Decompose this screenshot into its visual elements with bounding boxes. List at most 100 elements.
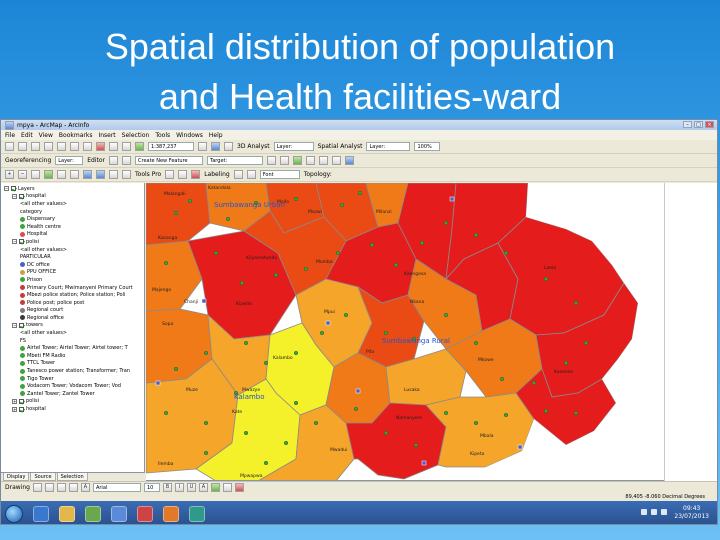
health-facility-point[interactable]: [163, 410, 169, 416]
health-facility-point[interactable]: [413, 442, 419, 448]
select-elements-icon[interactable]: [109, 170, 118, 179]
toc-row[interactable]: <all other values>: [4, 200, 142, 208]
rectangle-icon[interactable]: [68, 483, 78, 492]
editor-toolbar-icon[interactable]: [198, 142, 207, 151]
scale-field[interactable]: 1:387,237: [148, 142, 194, 151]
toc-row[interactable]: Tigo Tower: [4, 375, 142, 383]
health-facility-point[interactable]: [303, 266, 309, 272]
flag-icon[interactable]: [661, 509, 667, 515]
labeling-font-dropdown[interactable]: Font: [259, 170, 300, 179]
health-facility-point[interactable]: [203, 450, 209, 456]
health-facility-point[interactable]: [357, 190, 363, 196]
toc-row[interactable]: − towers: [4, 322, 142, 330]
sketch-tool-icon[interactable]: [122, 156, 132, 165]
health-facility-point[interactable]: [419, 240, 425, 246]
layer-visibility-checkbox[interactable]: [19, 193, 24, 199]
health-facility-point[interactable]: [473, 340, 479, 346]
collapse-icon[interactable]: −: [12, 193, 17, 199]
ie-icon[interactable]: [33, 505, 49, 522]
health-facility-point[interactable]: [187, 198, 193, 204]
toc-row[interactable]: − hospital: [4, 193, 142, 201]
drawing-menu[interactable]: Drawing: [5, 484, 30, 491]
toc-row[interactable]: Prison: [4, 276, 142, 284]
toc-row[interactable]: Hospital: [4, 231, 142, 239]
health-facility-point[interactable]: [313, 420, 319, 426]
info-icon[interactable]: [122, 170, 131, 179]
pdf-icon[interactable]: [137, 505, 153, 522]
underline-icon[interactable]: U: [186, 483, 196, 492]
open-folder-icon[interactable]: [18, 142, 27, 151]
health-facility-point[interactable]: [543, 408, 549, 414]
attributes-icon[interactable]: [267, 156, 277, 165]
italic-icon[interactable]: I: [174, 483, 184, 492]
three-d-analyst-label[interactable]: 3D Analyst: [237, 143, 270, 150]
health-facility-point[interactable]: [531, 380, 537, 386]
spatial-analyst-label[interactable]: Spatial Analyst: [318, 143, 363, 150]
health-facility-point[interactable]: [443, 410, 449, 416]
menu-file[interactable]: File: [5, 132, 15, 139]
layer-visibility-checkbox[interactable]: [19, 406, 24, 412]
undo-icon[interactable]: [109, 142, 118, 151]
georef-layer-dropdown[interactable]: Layer:: [55, 156, 84, 165]
toc-row[interactable]: − polisi: [4, 238, 142, 246]
health-facility-point[interactable]: [573, 410, 579, 416]
health-facility-point[interactable]: [499, 376, 505, 382]
toc-row[interactable]: Airtel Tower; Airtel Tower; Airtel tower…: [4, 344, 142, 352]
office-point[interactable]: [325, 320, 331, 326]
health-facility-point[interactable]: [293, 196, 299, 202]
save-icon[interactable]: [31, 142, 40, 151]
health-facility-point[interactable]: [573, 300, 579, 306]
health-facility-point[interactable]: [225, 216, 231, 222]
tab-display[interactable]: Display: [3, 473, 30, 481]
health-facility-point[interactable]: [319, 330, 325, 336]
menu-bookmarks[interactable]: Bookmarks: [59, 132, 93, 139]
bold-icon[interactable]: B: [162, 483, 172, 492]
topology-label[interactable]: Topology:: [304, 171, 332, 178]
office-point[interactable]: [355, 388, 361, 394]
three-d-layer-dropdown[interactable]: Layer:: [273, 142, 314, 151]
collapse-icon[interactable]: −: [12, 239, 17, 245]
office-point[interactable]: [421, 460, 427, 466]
media-player-icon[interactable]: [85, 505, 101, 522]
layer-visibility-checkbox[interactable]: [19, 322, 24, 328]
delete-icon[interactable]: [96, 142, 105, 151]
sketch-properties-icon[interactable]: [280, 156, 290, 165]
select-features-icon[interactable]: [345, 156, 355, 165]
health-facility-point[interactable]: [503, 250, 509, 256]
measure-icon[interactable]: [319, 156, 329, 165]
health-facility-point[interactable]: [353, 406, 359, 412]
health-facility-point[interactable]: [339, 202, 345, 208]
menu-windows[interactable]: Windows: [176, 132, 203, 139]
health-facility-point[interactable]: [283, 440, 289, 446]
toc-row[interactable]: Tanesco power station; Transformer; Tran: [4, 367, 142, 375]
health-facility-point[interactable]: [473, 232, 479, 238]
redo-icon[interactable]: [122, 142, 131, 151]
find-icon[interactable]: [306, 156, 316, 165]
choropleth-map[interactable]: Malangali Katandala Mollo Mazwi Milanzi …: [146, 183, 664, 481]
health-facility-point[interactable]: [243, 430, 249, 436]
zoom-in-icon[interactable]: +: [5, 170, 14, 179]
labeling-label[interactable]: Labeling: [204, 171, 229, 178]
collapse-icon[interactable]: −: [12, 322, 17, 328]
health-facility-point[interactable]: [473, 420, 479, 426]
create-features-dropdown[interactable]: Create New Feature: [135, 156, 204, 165]
tools-pro-icon-3[interactable]: [191, 170, 201, 179]
hyperlink-icon[interactable]: [332, 156, 342, 165]
tab-source[interactable]: Source: [30, 473, 56, 481]
health-facility-point[interactable]: [503, 412, 509, 418]
copy-icon[interactable]: [70, 142, 79, 151]
office-point[interactable]: [155, 380, 161, 386]
cut-icon[interactable]: [57, 142, 66, 151]
health-facility-point[interactable]: [173, 210, 179, 216]
toc-row[interactable]: Mbeti FM Radio: [4, 352, 142, 360]
add-data-icon[interactable]: [135, 142, 144, 151]
toc-row[interactable]: PARTICULAR: [4, 253, 142, 261]
tab-selection[interactable]: Selection: [56, 473, 88, 481]
chart-app-icon[interactable]: [111, 505, 127, 522]
new-document-icon[interactable]: [5, 142, 14, 151]
explorer-icon[interactable]: [59, 505, 75, 522]
pan-icon[interactable]: [31, 170, 40, 179]
health-facility-point[interactable]: [273, 272, 279, 278]
menu-help[interactable]: Help: [209, 132, 223, 139]
font-size-dropdown[interactable]: 10: [143, 483, 160, 492]
